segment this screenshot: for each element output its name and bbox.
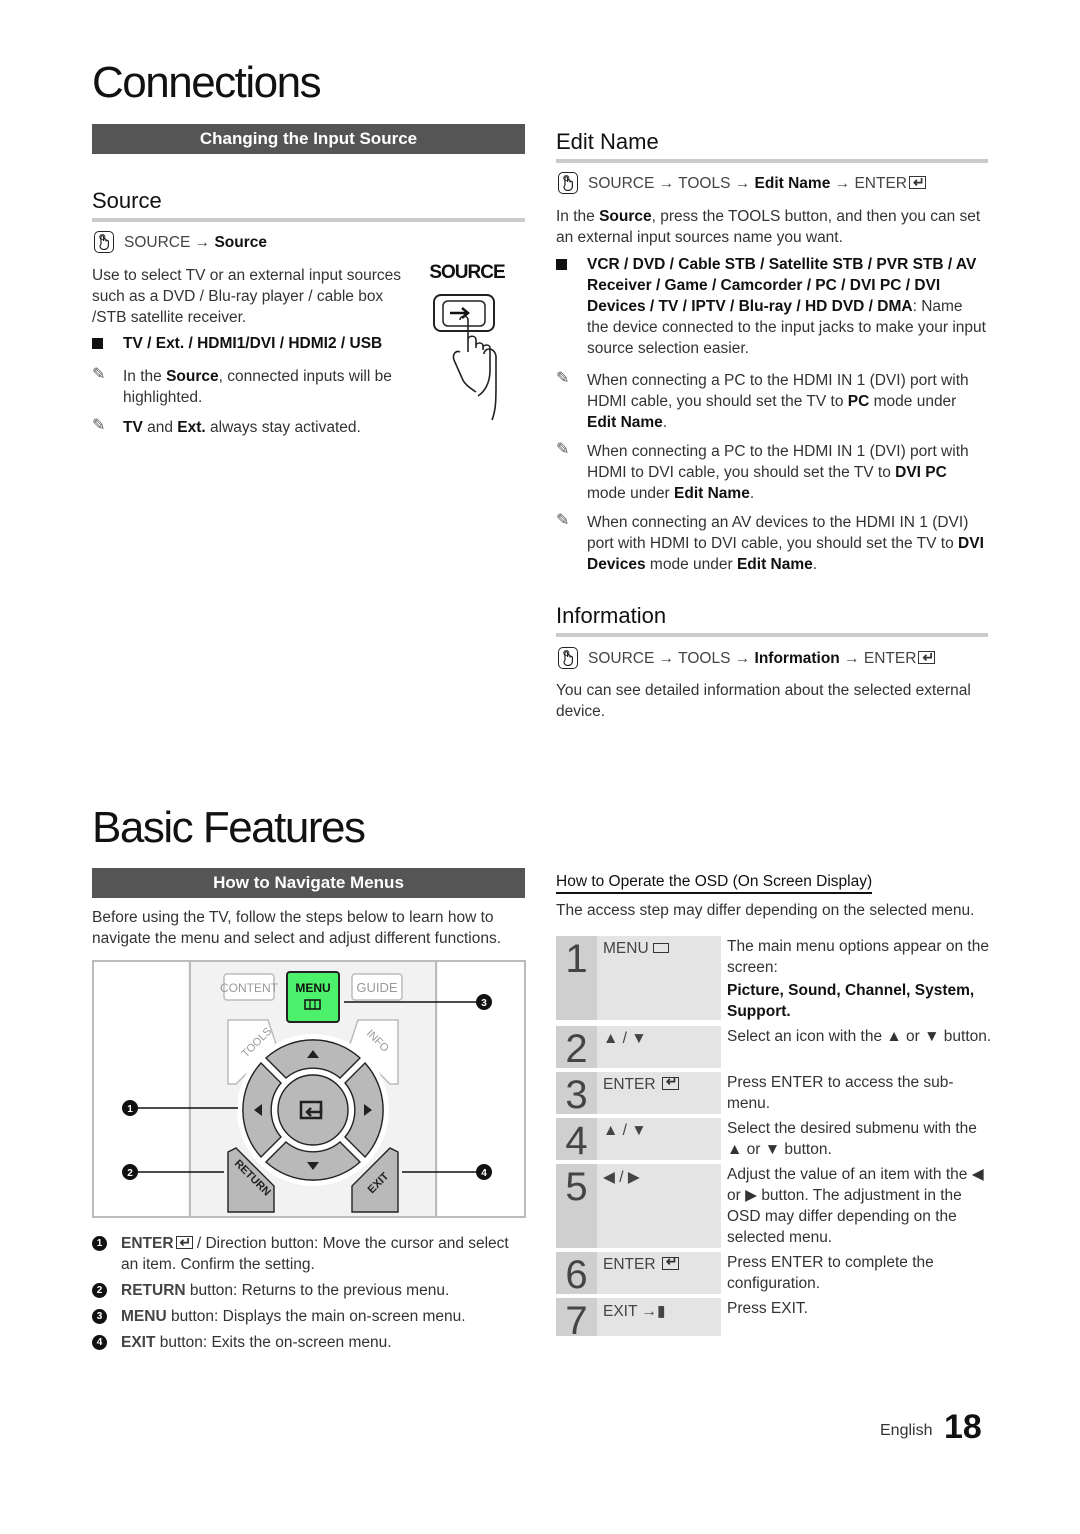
- enter-icon: [918, 647, 936, 668]
- chapter-title-connections: Connections: [92, 58, 322, 107]
- enter-button: [277, 1074, 349, 1146]
- svg-text:3: 3: [481, 998, 487, 1009]
- osd-steps-table: 1 MENU The main menu options appear on t…: [556, 936, 992, 1343]
- enter-icon: [909, 172, 926, 193]
- osd-step-row: 1 MENU The main menu options appear on t…: [556, 936, 992, 1022]
- information-description: You can see detailed information about t…: [556, 682, 971, 720]
- menu-button-label: MENU: [295, 981, 330, 995]
- callout-number-icon: 1: [92, 1236, 107, 1251]
- osd-step-row: 6 ENTER Press ENTER to complete the conf…: [556, 1252, 992, 1297]
- edit-name-note-1: ✎ When connecting a PC to the HDMI IN 1 …: [556, 370, 969, 431]
- exit-door-icon: →▮: [641, 1303, 666, 1320]
- section-title-source: Source: [92, 188, 525, 222]
- note-pencil-icon: ✎: [92, 417, 106, 434]
- legend-item: 3 MENU button: Displays the main on-scre…: [92, 1306, 525, 1327]
- chapter-title-basic-features: Basic Features: [92, 803, 366, 852]
- osd-title: How to Operate the OSD (On Screen Displa…: [556, 873, 873, 894]
- remote-hand-icon: [94, 231, 114, 253]
- legend-item: 2 RETURN button: Returns to the previous…: [92, 1280, 525, 1301]
- edit-name-note-2: ✎ When connecting a PC to the HDMI IN 1 …: [556, 441, 969, 502]
- source-description: Use to select TV or an external input so…: [92, 267, 402, 326]
- callout-number-icon: 4: [92, 1335, 107, 1350]
- section-bar-changing-input-source: Changing the Input Source: [92, 124, 525, 154]
- source-options-bullet: TV / Ext. / HDMI1/DVI / HDMI2 / USB: [92, 333, 382, 354]
- section-title-information: Information: [556, 603, 988, 637]
- osd-step-row: 5 ◀ / ▶ Adjust the value of an item with…: [556, 1164, 992, 1248]
- content-button-label: CONTENT: [220, 981, 279, 995]
- edit-name-menu-path: SOURCE → TOOLS → Edit Name → ENTER: [558, 172, 926, 194]
- remote-illustration: CONTENT MENU GUIDE TOOLS INFO RETURN EXI…: [92, 960, 526, 1218]
- callout-number-icon: 2: [92, 1283, 107, 1298]
- edit-name-device-list-bullet: VCR / DVD / Cable STB / Satellite STB / …: [556, 254, 988, 359]
- bullet-square-icon: [556, 259, 567, 270]
- source-button-illustration: SOURCE: [428, 262, 528, 437]
- note-pencil-icon: ✎: [556, 370, 570, 387]
- menu-button: [286, 971, 340, 1023]
- navigate-intro: Before using the TV, follow the steps be…: [92, 909, 502, 947]
- path-prefix: SOURCE →: [124, 233, 211, 251]
- section-bar-how-to-navigate-menus: How to Navigate Menus: [92, 868, 525, 898]
- information-menu-path: SOURCE → TOOLS → Information → ENTER: [558, 647, 936, 669]
- path-target: Source: [214, 233, 267, 251]
- page-number: 18: [944, 1408, 982, 1446]
- svg-text:1: 1: [127, 1104, 133, 1115]
- remote-button-legend: 1 ENTER / Direction button: Move the cur…: [92, 1232, 525, 1358]
- guide-button-label: GUIDE: [356, 980, 398, 995]
- osd-step-row: 2 ▲ / ▼ Select an icon with the ▲ or ▼ b…: [556, 1026, 992, 1071]
- enter-icon: [661, 1073, 679, 1090]
- source-note-1: ✎ In the Source, connected inputs will b…: [92, 366, 392, 406]
- source-note-2: ✎ TV and Ext. always stay activated.: [92, 417, 361, 436]
- menu-grid-icon: [652, 943, 669, 953]
- callout-number-icon: 3: [92, 1309, 107, 1324]
- note-pencil-icon: ✎: [556, 441, 570, 458]
- osd-step-row: 4 ▲ / ▼ Select the desired submenu with …: [556, 1118, 992, 1163]
- edit-name-note-3: ✎ When connecting an AV devices to the H…: [556, 512, 984, 573]
- footer-language: English: [880, 1422, 933, 1439]
- osd-subtitle: The access step may differ depending on …: [556, 902, 975, 919]
- enter-icon: [661, 1253, 679, 1270]
- note-pencil-icon: ✎: [92, 366, 106, 383]
- source-menu-path: SOURCE → Source: [94, 231, 267, 253]
- edit-name-intro: In the Source, press the TOOLS button, a…: [556, 208, 981, 246]
- bullet-square-icon: [92, 338, 103, 349]
- enter-icon: [175, 1232, 193, 1253]
- legend-item: 1 ENTER / Direction button: Move the cur…: [92, 1232, 525, 1275]
- legend-item: 4 EXIT button: Exits the on-screen menu.: [92, 1332, 525, 1353]
- hand-pressing-button-icon: [433, 294, 497, 421]
- svg-text:2: 2: [127, 1168, 133, 1179]
- note-pencil-icon: ✎: [556, 512, 570, 529]
- section-title-edit-name: Edit Name: [556, 129, 988, 163]
- osd-step-row: 7 EXIT →▮ Press EXIT.: [556, 1298, 992, 1343]
- remote-hand-icon: [558, 647, 578, 669]
- osd-step-row: 3 ENTER Press ENTER to access the sub-me…: [556, 1072, 992, 1117]
- svg-text:4: 4: [481, 1168, 487, 1179]
- remote-hand-icon: [558, 172, 578, 194]
- source-options: TV / Ext. / HDMI1/DVI / HDMI2 / USB: [123, 335, 383, 352]
- source-button-label: SOURCE: [429, 262, 505, 283]
